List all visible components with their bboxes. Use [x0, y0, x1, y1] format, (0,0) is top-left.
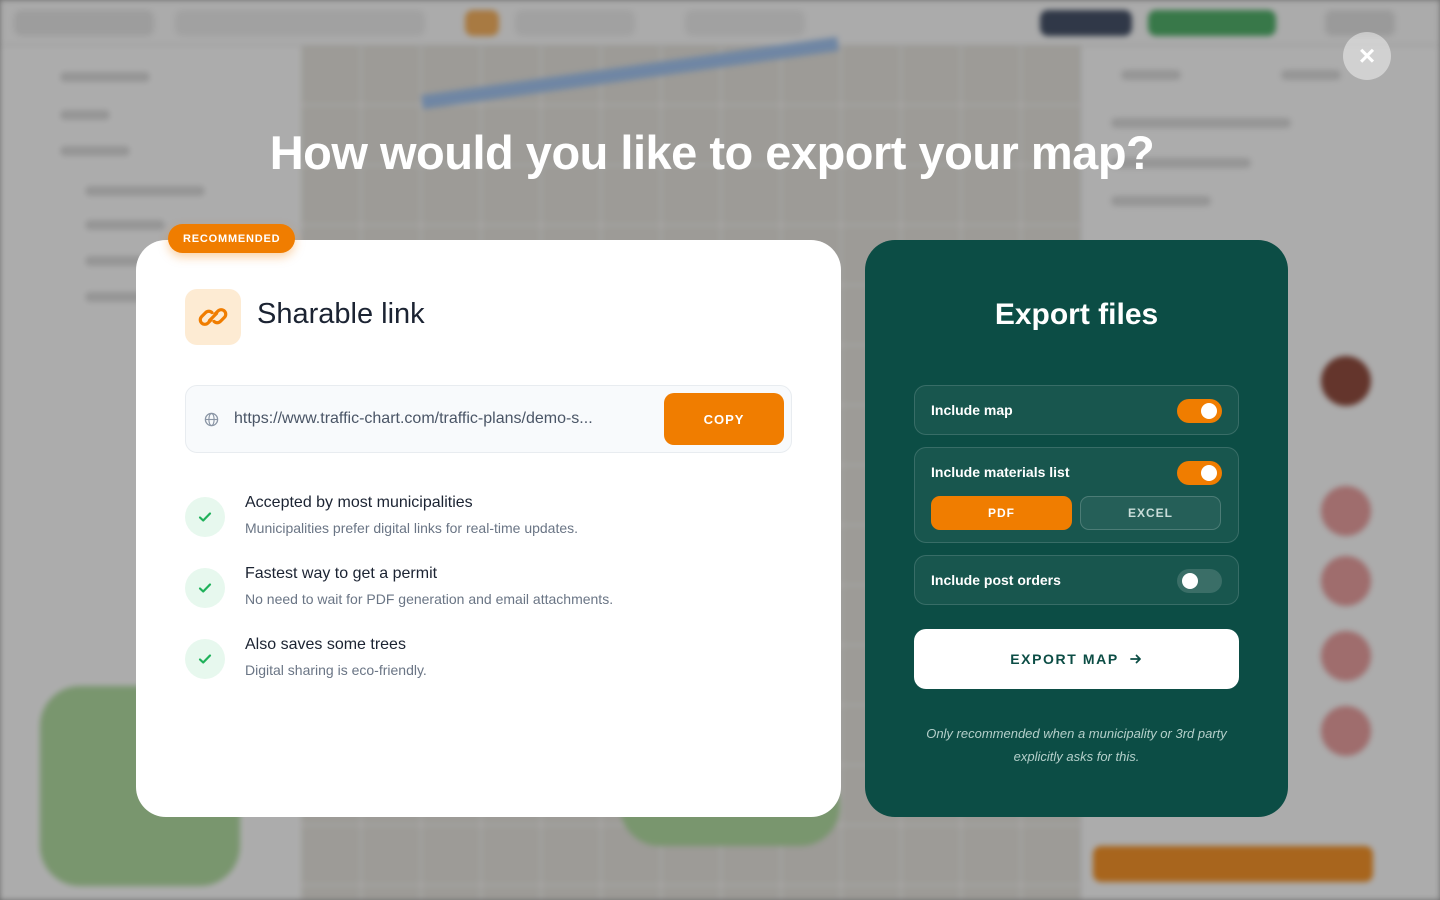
- close-icon: ×: [1358, 40, 1376, 71]
- include-materials-toggle[interactable]: [1177, 461, 1222, 485]
- benefit-description: Digital sharing is eco-friendly.: [245, 662, 427, 678]
- option-label: Include post orders: [931, 572, 1061, 588]
- option-label: Include materials list: [931, 464, 1070, 480]
- copy-button[interactable]: COPY: [664, 393, 784, 445]
- check-icon: [185, 639, 225, 679]
- option-include-materials: Include materials list PDF EXCEL: [914, 447, 1239, 543]
- export-note: Only recommended when a municipality or …: [926, 726, 1227, 764]
- sharable-link-card: Sharable link https://www.traffic-chart.…: [136, 240, 841, 817]
- benefit-title: Accepted by most municipalities: [245, 494, 473, 511]
- export-files-card: Export files Include map Include materia…: [865, 240, 1288, 817]
- benefit-title: Fastest way to get a permit: [245, 565, 438, 582]
- globe-icon: [204, 412, 219, 427]
- benefit-item: Fastest way to get a permit No need to w…: [185, 565, 785, 615]
- close-button[interactable]: ×: [1343, 32, 1391, 80]
- link-icon: [185, 289, 241, 345]
- check-icon: [185, 568, 225, 608]
- export-map-label: EXPORT MAP: [1010, 651, 1119, 667]
- check-icon: [185, 497, 225, 537]
- option-label: Include map: [931, 402, 1013, 418]
- modal-title: How would you like to export your map?: [269, 126, 1155, 179]
- benefit-item: Also saves some trees Digital sharing is…: [185, 636, 785, 686]
- arrow-right-icon: [1129, 654, 1141, 664]
- benefit-item: Accepted by most municipalities Municipa…: [185, 494, 785, 544]
- include-map-toggle[interactable]: [1177, 399, 1222, 423]
- include-post-orders-toggle[interactable]: [1177, 569, 1222, 593]
- format-excel-button[interactable]: EXCEL: [1080, 496, 1221, 530]
- format-pdf-button[interactable]: PDF: [931, 496, 1072, 530]
- benefit-title: Also saves some trees: [245, 636, 406, 653]
- share-url-text[interactable]: https://www.traffic-chart.com/traffic-pl…: [234, 410, 629, 428]
- option-include-post-orders: Include post orders: [914, 555, 1239, 605]
- benefit-description: Municipalities prefer digital links for …: [245, 520, 579, 536]
- recommended-badge: RECOMMENDED: [168, 224, 296, 253]
- export-files-title: Export files: [994, 298, 1159, 331]
- sharable-link-title: Sharable link: [257, 298, 425, 330]
- share-url-field[interactable]: https://www.traffic-chart.com/traffic-pl…: [185, 385, 792, 453]
- benefit-description: No need to wait for PDF generation and e…: [245, 591, 614, 607]
- option-include-map: Include map: [914, 385, 1239, 435]
- export-map-button[interactable]: EXPORT MAP: [914, 629, 1239, 689]
